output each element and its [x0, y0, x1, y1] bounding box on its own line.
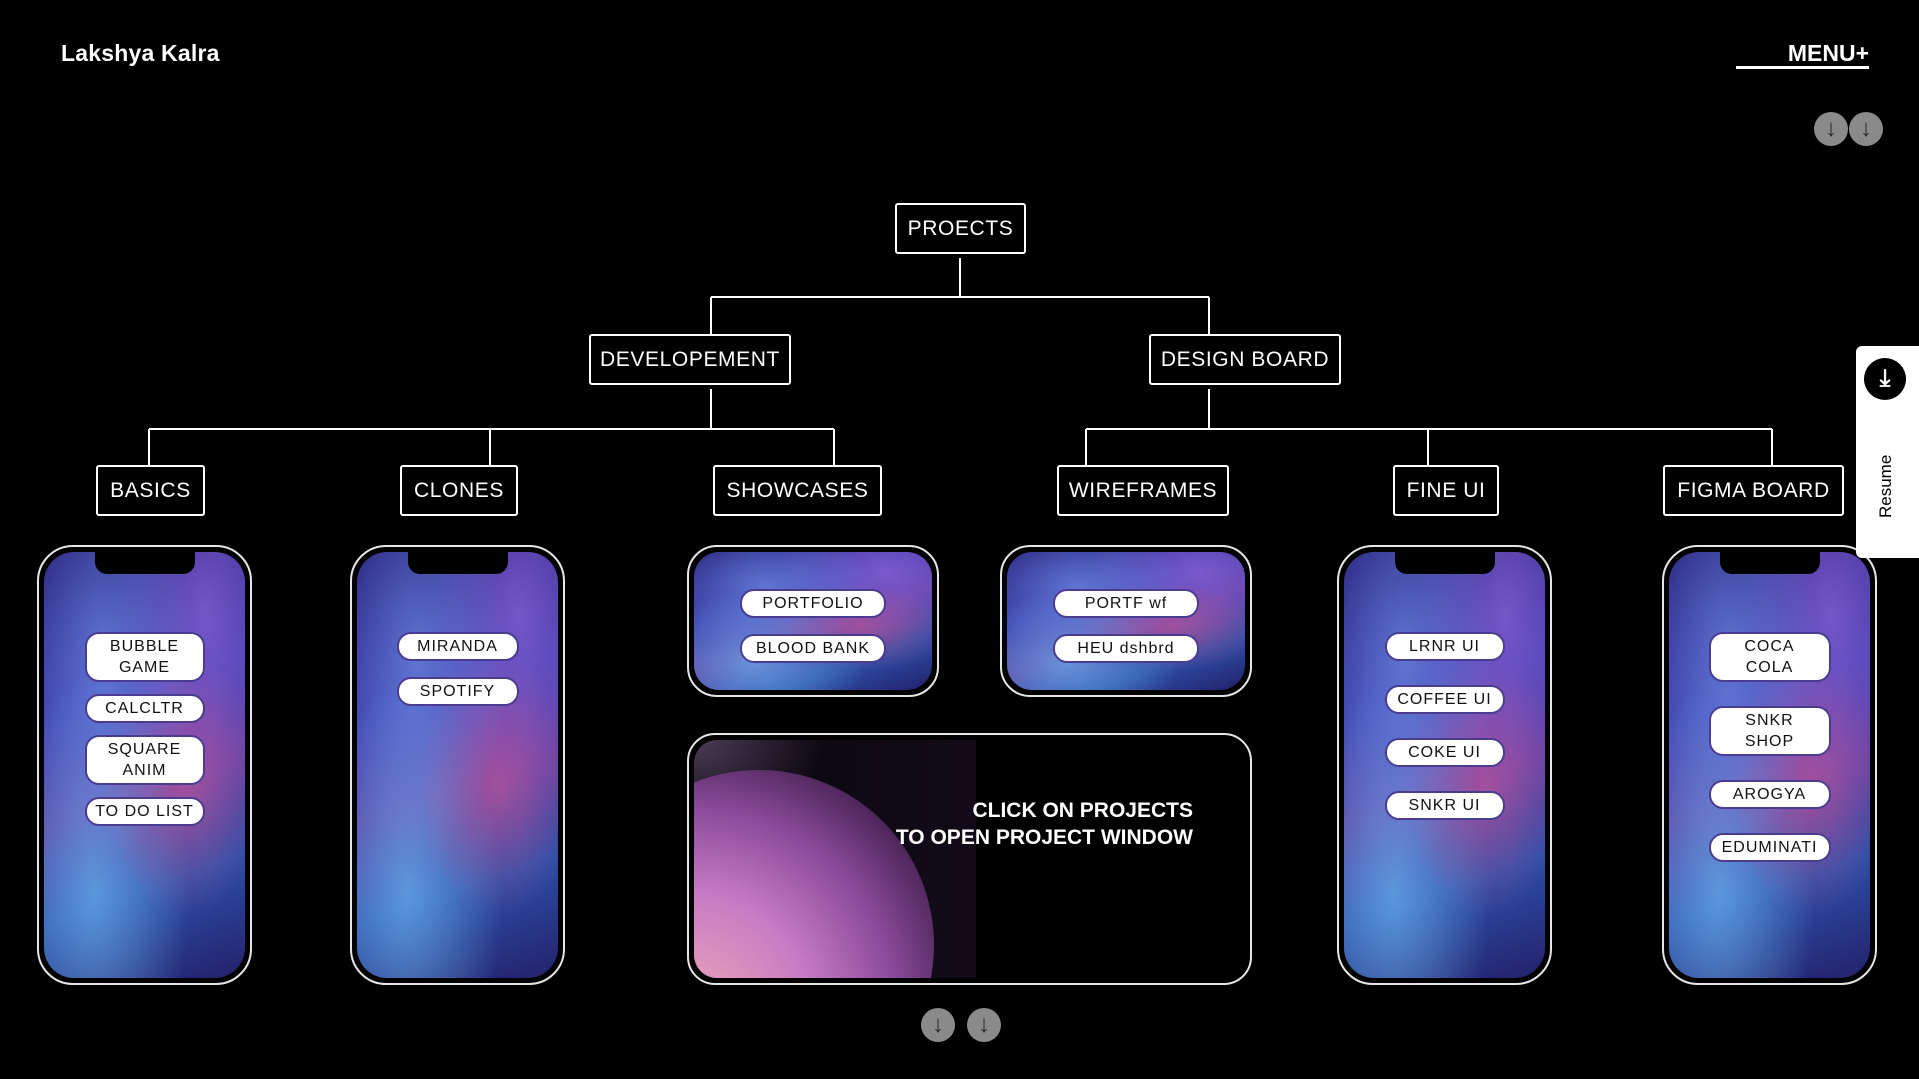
project-snkr-ui[interactable]: SNKR UI	[1384, 791, 1505, 820]
download-icon[interactable]: ⤓	[1864, 358, 1906, 400]
project-snkr-shop[interactable]: SNKR SHOP	[1708, 706, 1831, 756]
project-bubble-game[interactable]: BUBBLE GAME	[84, 632, 205, 682]
project-portfolio[interactable]: PORTFOLIO	[740, 589, 886, 618]
project-portf-wf[interactable]: PORTF wf	[1053, 589, 1199, 618]
project-miranda[interactable]: MIRANDA	[396, 632, 519, 661]
node-design-board[interactable]: DESIGN BOARD	[1149, 334, 1341, 385]
project-arogya[interactable]: AROGYA	[1708, 780, 1831, 809]
planet-image	[694, 740, 976, 978]
node-development[interactable]: DEVELOPEMENT	[589, 334, 791, 385]
scroll-down-icon[interactable]: ↓	[967, 1008, 1001, 1042]
node-projects[interactable]: PROECTS	[895, 203, 1026, 254]
node-basics[interactable]: BASICS	[96, 465, 205, 516]
brand-name[interactable]: Lakshya Kalra	[61, 40, 220, 67]
resume-tab[interactable]: ⤓ Resume	[1856, 346, 1919, 558]
scroll-down-icon[interactable]: ↓	[1849, 112, 1883, 146]
node-clones[interactable]: CLONES	[400, 465, 518, 516]
project-coke-ui[interactable]: COKE UI	[1384, 738, 1505, 767]
node-wireframes[interactable]: WIREFRAMES	[1057, 465, 1229, 516]
node-figma-board[interactable]: FIGMA BOARD	[1663, 465, 1844, 516]
project-blood-bank[interactable]: BLOOD BANK	[740, 634, 886, 663]
phone-card-basics: BUBBLE GAME CALCLTR SQUARE ANIM TO DO LI…	[37, 545, 252, 985]
tablet-card-showcases: PORTFOLIO BLOOD BANK	[687, 545, 939, 697]
phone-notch	[1719, 552, 1820, 574]
menu-underline	[1736, 66, 1869, 69]
project-lrnr-ui[interactable]: LRNR UI	[1384, 632, 1505, 661]
project-coca-cola[interactable]: COCA COLA	[1708, 632, 1831, 682]
node-showcases[interactable]: SHOWCASES	[713, 465, 882, 516]
phone-card-figma-board: COCA COLA SNKR SHOP AROGYA EDUMINATI	[1662, 545, 1877, 985]
phone-card-fine-ui: LRNR UI COFFEE UI COKE UI SNKR UI	[1337, 545, 1552, 985]
resume-label[interactable]: Resume	[1876, 455, 1896, 518]
project-window: CLICK ON PROJECTS TO OPEN PROJECT WINDOW	[687, 733, 1252, 985]
project-window-message: CLICK ON PROJECTS TO OPEN PROJECT WINDOW	[895, 799, 1193, 849]
project-calcltr[interactable]: CALCLTR	[84, 694, 205, 723]
project-eduminati[interactable]: EDUMINATI	[1708, 833, 1831, 862]
scroll-down-icon[interactable]: ↓	[921, 1008, 955, 1042]
project-spotify[interactable]: SPOTIFY	[396, 677, 519, 706]
scroll-down-icon[interactable]: ↓	[1814, 112, 1848, 146]
project-square-anim[interactable]: SQUARE ANIM	[84, 735, 205, 785]
tablet-card-wireframes: PORTF wf HEU dshbrd	[1000, 545, 1252, 697]
phone-notch	[94, 552, 195, 574]
project-to-do-list[interactable]: TO DO LIST	[84, 797, 205, 826]
phone-card-clones: MIRANDA SPOTIFY	[350, 545, 565, 985]
phone-notch	[1394, 552, 1495, 574]
node-fine-ui[interactable]: FINE UI	[1393, 465, 1499, 516]
project-coffee-ui[interactable]: COFFEE UI	[1384, 685, 1505, 714]
project-heu-dshbrd[interactable]: HEU dshbrd	[1053, 634, 1199, 663]
menu-button[interactable]: MENU+	[1736, 40, 1869, 67]
phone-notch	[407, 552, 508, 574]
